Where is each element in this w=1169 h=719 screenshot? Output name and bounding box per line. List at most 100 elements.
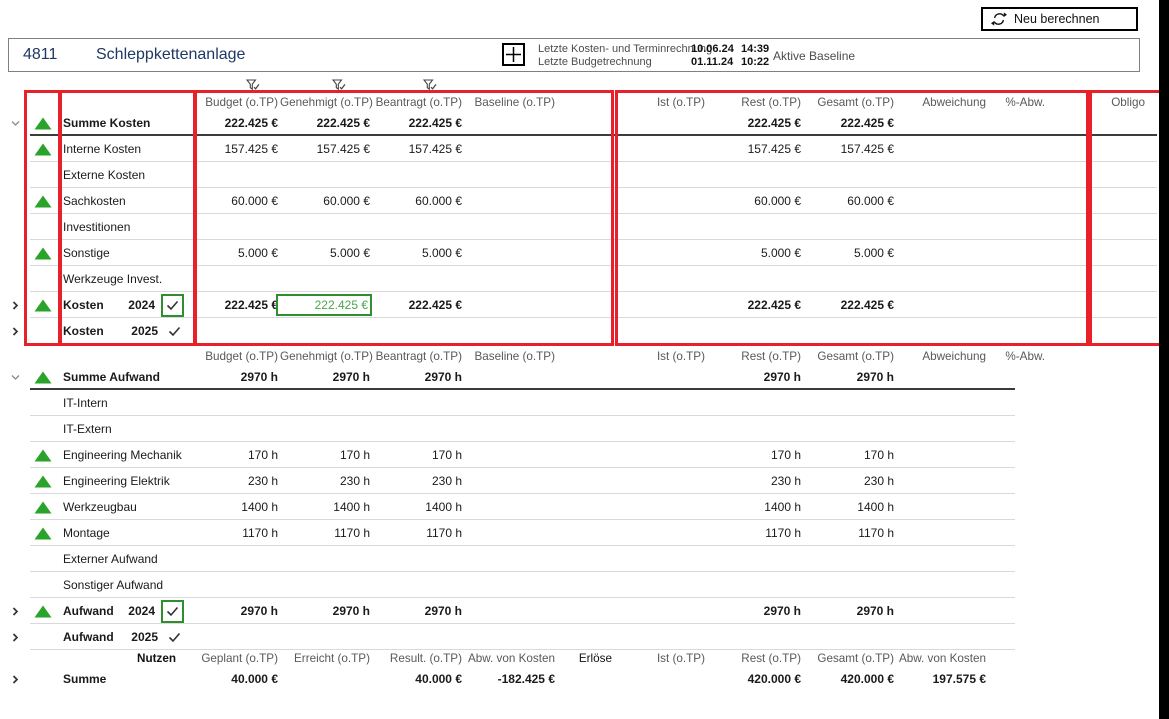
column-header-abweichung: Abweichung (896, 96, 988, 109)
cell-rest: 222.425 € (707, 298, 803, 312)
row-label-text: Investitionen (63, 220, 130, 234)
cell-genehmigt: 2970 h (280, 604, 372, 618)
column-header-baseline: Baseline (o.TP) (464, 96, 557, 109)
year-checkbox[interactable] (161, 600, 184, 623)
chevron-right-icon[interactable] (8, 674, 26, 685)
cell-rest: 2970 h (707, 370, 803, 384)
plus-icon (505, 46, 522, 63)
table-row-summe-aufwand: Summe Aufwand2970 h2970 h2970 h2970 h297… (8, 364, 1157, 390)
cell-baseline: -182.425 € (464, 672, 557, 686)
row-label-text: IT-Extern (63, 422, 112, 436)
editable-cell-genehmigt[interactable]: 222.425 € (276, 294, 372, 316)
row-label-text: Engineering Elektrik (63, 474, 170, 488)
last-cost-calc-time: 14:39 (741, 43, 769, 55)
cell-abweichung: 197.575 € (896, 672, 988, 686)
row-label-text: Werkzeuge Invest. (63, 272, 162, 286)
column-header-label: Nutzen (60, 652, 194, 665)
table-row-engineering-elektrik: Engineering Elektrik230 h230 h230 h230 h… (8, 468, 1157, 494)
row-label: Sachkosten (60, 194, 194, 208)
column-header-abweichung: Abweichung (896, 350, 988, 363)
cell-budget: 40.000 € (194, 672, 280, 686)
row-label: Aufwand2025 (60, 627, 194, 647)
chevron-right-icon[interactable] (8, 632, 26, 643)
column-header-rest: Rest (o.TP) (707, 96, 803, 109)
table-kosten: Budget (o.TP)Genehmigt (o.TP)Beantragt (… (8, 94, 1157, 344)
filter-icon[interactable] (246, 79, 260, 93)
row-year: 2025 (131, 324, 158, 338)
cell-gesamt: 157.425 € (803, 142, 896, 156)
row-label-text: Montage (63, 526, 110, 540)
row-label-text: IT-Intern (63, 396, 108, 410)
last-cost-calc-date: 10.06.24 (691, 43, 734, 55)
cell-beantragt: 5.000 € (372, 246, 464, 260)
year-checkbox[interactable] (161, 294, 184, 317)
filter-icon[interactable] (332, 79, 346, 93)
table-row-sachkosten: Sachkosten60.000 €60.000 €60.000 €60.000… (8, 188, 1157, 214)
table-row-aufwand-2025: Aufwand2025 (8, 624, 1157, 650)
cell-gesamt: 420.000 € (803, 672, 896, 686)
row-label-text: Externe Kosten (63, 168, 145, 182)
row-label: Investitionen (60, 220, 194, 234)
trend-up-icon (26, 449, 60, 462)
row-label-text: Engineering Mechanik (63, 448, 182, 462)
chevron-down-icon[interactable] (8, 118, 26, 129)
cost-effort-benefit-tables: Budget (o.TP)Genehmigt (o.TP)Beantragt (… (8, 94, 1157, 692)
table-row-externer-aufwand: Externer Aufwand (8, 546, 1157, 572)
row-year: 2024 (128, 298, 155, 312)
table-header-row: NutzenGeplant (o.TP)Erreicht (o.TP)Resul… (8, 650, 1157, 666)
chevron-right-icon[interactable] (8, 300, 26, 311)
chevron-right-icon[interactable] (8, 606, 26, 617)
column-header-gesamt: Gesamt (o.TP) (803, 350, 896, 363)
row-year: 2024 (128, 604, 155, 618)
cell-budget: 170 h (194, 448, 280, 462)
row-label-text: Externer Aufwand (63, 552, 158, 566)
row-label: Kosten2024 (60, 294, 194, 317)
cell-rest: 1170 h (707, 526, 803, 540)
cell-budget: 60.000 € (194, 194, 280, 208)
filter-icon[interactable] (423, 79, 437, 93)
column-header-baseline: Abw. von Kosten (464, 652, 557, 665)
cell-genehmigt: 5.000 € (280, 246, 372, 260)
cell-beantragt: 157.425 € (372, 142, 464, 156)
cell-beantragt: 1400 h (372, 500, 464, 514)
cell-genehmigt: 1400 h (280, 500, 372, 514)
cell-genehmigt: 2970 h (280, 370, 372, 384)
row-label: Interne Kosten (60, 142, 194, 156)
column-header-abweichung: Abw. von Kosten (896, 652, 988, 665)
row-label: Aufwand 2024 (60, 600, 194, 623)
row-label: Montage (60, 526, 194, 540)
year-checkbox[interactable] (164, 627, 184, 647)
year-checkbox[interactable] (164, 321, 184, 341)
table-row-werkzeuge-invest-: Werkzeuge Invest. (8, 266, 1157, 292)
row-label-text: Aufwand (63, 604, 114, 618)
row-label: Werkzeugbau (60, 500, 194, 514)
column-header-baseline: Baseline (o.TP) (464, 350, 557, 363)
cell-genehmigt: 170 h (280, 448, 372, 462)
cell-rest: 230 h (707, 474, 803, 488)
table-header-row: Budget (o.TP)Genehmigt (o.TP)Beantragt (… (8, 348, 1157, 364)
row-label: Summe Kosten (60, 116, 194, 130)
cell-gesamt: 1170 h (803, 526, 896, 540)
table-row-kosten-2025: Kosten2025 (8, 318, 1157, 344)
cell-beantragt: 1170 h (372, 526, 464, 540)
row-label: Engineering Elektrik (60, 474, 194, 488)
column-header-obligo: Obligo (1047, 96, 1157, 109)
chevron-right-icon[interactable] (8, 326, 26, 337)
cell-budget: 157.425 € (194, 142, 280, 156)
column-header-budget: Geplant (o.TP) (194, 652, 280, 665)
cell-gesamt: 222.425 € (803, 298, 896, 312)
table-aufwand: Budget (o.TP)Genehmigt (o.TP)Beantragt (… (8, 348, 1157, 650)
cell-rest: 420.000 € (707, 672, 803, 686)
recalculate-button[interactable]: Neu berechnen (981, 7, 1138, 31)
last-budget-calc-date: 01.11.24 (691, 56, 733, 68)
column-header-beantragt: Result. (o.TP) (372, 652, 464, 665)
column-header-budget: Budget (o.TP) (194, 350, 280, 363)
row-label-text: Sachkosten (63, 194, 126, 208)
trend-up-icon (26, 299, 60, 312)
chevron-down-icon[interactable] (8, 372, 26, 383)
row-label: Externe Kosten (60, 168, 194, 182)
cell-gesamt: 170 h (803, 448, 896, 462)
add-button[interactable] (502, 43, 525, 66)
cell-budget: 2970 h (194, 370, 280, 384)
project-header: 4811 Schleppkettenanlage Letzte Kosten- … (8, 38, 1140, 72)
